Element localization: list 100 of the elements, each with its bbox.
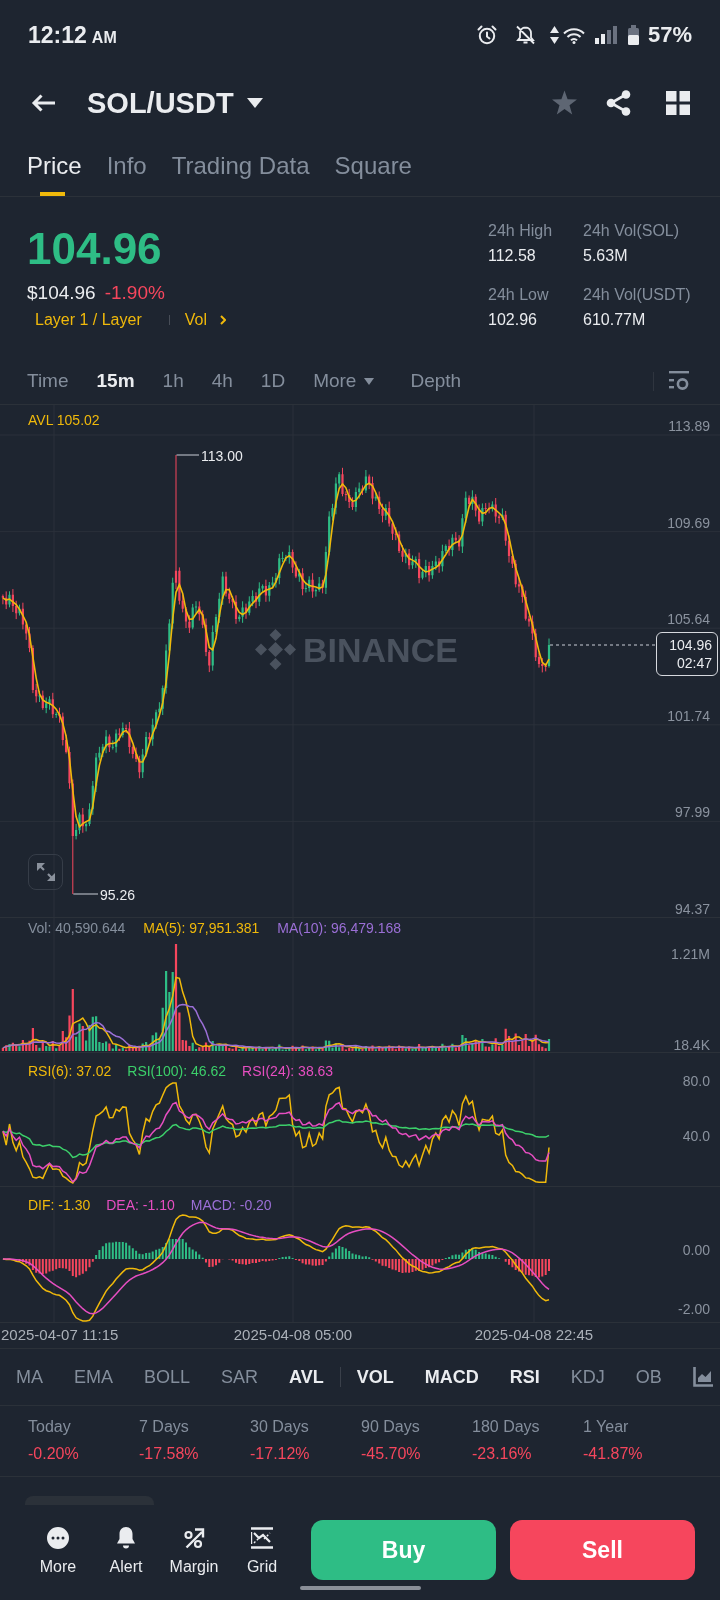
- chart-settings-icon[interactable]: [669, 371, 689, 391]
- period-change: -0.20%: [28, 1444, 80, 1464]
- price-axis-label: 109.69: [667, 514, 710, 531]
- caret-down-icon: [246, 97, 263, 108]
- page-tab[interactable]: Info: [106, 135, 147, 196]
- page-tab[interactable]: Square: [334, 135, 412, 196]
- period-label: 90 Days: [361, 1417, 421, 1437]
- bell-off-icon: [514, 25, 536, 45]
- page-tab[interactable]: Price: [27, 135, 82, 196]
- battery-percent: 57%: [647, 22, 692, 48]
- average-price-label: AVL 105.02: [28, 412, 100, 428]
- leader-line: [72, 893, 99, 895]
- star-icon[interactable]: [551, 89, 578, 116]
- interval-tab[interactable]: 15m: [96, 369, 135, 393]
- volume-link[interactable]: Vol: [184, 309, 226, 331]
- pair-selector[interactable]: SOL/USDT: [87, 85, 263, 120]
- legend-label: DEA: -1.10: [106, 1197, 175, 1213]
- volume-axis-label: 1.21M: [671, 946, 710, 962]
- legend-label: Vol: 40,590.644: [28, 920, 126, 936]
- period-change: -23.16%: [472, 1444, 533, 1464]
- stat-value: 102.96: [488, 310, 538, 330]
- price-change: -1.90%: [104, 281, 165, 305]
- price-axis-label: 105.64: [667, 611, 710, 628]
- area-chart-icon[interactable]: [692, 1367, 713, 1387]
- bell-icon: [115, 1527, 137, 1549]
- usd-price: $104.96: [27, 281, 96, 305]
- indicator-tab[interactable]: VOL: [356, 1366, 394, 1388]
- back-arrow-icon[interactable]: [30, 92, 56, 113]
- page-tab[interactable]: Trading Data: [171, 135, 310, 196]
- rsi-axis-label: 40.0: [682, 1128, 710, 1144]
- toolbar-action[interactable]: More: [27, 1505, 89, 1577]
- macd-axis-label: 0.00: [682, 1242, 710, 1258]
- interval-tab[interactable]: 4h: [211, 369, 233, 393]
- interval-tab[interactable]: Depth: [410, 369, 462, 393]
- period-label: 30 Days: [250, 1417, 310, 1437]
- indicator-tab[interactable]: AVL: [289, 1366, 324, 1388]
- legend-label: RSI(6): 37.02: [28, 1063, 112, 1079]
- period-label: 180 Days: [472, 1417, 541, 1437]
- rsi-axis-label: 80.0: [682, 1073, 710, 1089]
- toolbar-action[interactable]: Alert: [95, 1505, 157, 1577]
- stat-label: 24h Low: [488, 285, 550, 305]
- legend-label: MA(10): 96,479.168: [277, 920, 402, 936]
- share-icon[interactable]: [606, 89, 631, 116]
- period-change: -17.12%: [250, 1444, 311, 1464]
- price-axis-label: 94.37: [674, 901, 710, 917]
- diamond-logo-icon: [255, 629, 296, 670]
- last-price: 104.96: [669, 636, 712, 654]
- leader-line: [176, 454, 200, 456]
- price-axis-label: 101.74: [667, 707, 710, 724]
- last-price: 104.96: [27, 225, 163, 273]
- indicator-tab[interactable]: OB: [635, 1366, 662, 1388]
- candle-countdown: 02:47: [676, 654, 712, 672]
- period-change: -41.87%: [583, 1444, 644, 1464]
- toolbar-action[interactable]: Grid: [231, 1505, 293, 1577]
- legend-label: MA(5): 97,951.381: [143, 920, 260, 936]
- data-arrows-icon: [549, 25, 559, 45]
- high-price-label: 113.00: [201, 448, 243, 464]
- chevron-right-icon: [220, 315, 226, 325]
- indicator-tab[interactable]: RSI: [509, 1366, 540, 1388]
- period-change: -45.70%: [361, 1444, 422, 1464]
- price-axis-label: 113.89: [668, 418, 710, 434]
- toolbar-action[interactable]: Margin: [163, 1505, 225, 1577]
- category-link[interactable]: Layer 1 / Layer: [35, 309, 142, 331]
- period-label: Today: [28, 1417, 72, 1437]
- indicator-tab[interactable]: MA: [16, 1366, 43, 1388]
- expand-icon: [35, 862, 56, 882]
- expand-button[interactable]: [28, 854, 63, 890]
- stat-label: 24h High: [488, 221, 554, 241]
- indicator-tab[interactable]: BOLL: [144, 1366, 191, 1388]
- indicator-tab[interactable]: MACD: [424, 1366, 479, 1388]
- indicator-tab[interactable]: EMA: [74, 1366, 113, 1388]
- clock-time: 12:12: [28, 22, 87, 48]
- percent-arrow-icon: [183, 1527, 205, 1549]
- period-label: 1 Year: [583, 1417, 630, 1437]
- clock-meridiem: AM: [91, 29, 117, 47]
- legend-label: RSI(24): 38.63: [242, 1063, 334, 1079]
- grid-chart-icon: [251, 1527, 273, 1549]
- stat-label: 24h Vol(USDT): [583, 285, 692, 305]
- time-axis-label: 2025-04-08 05:00: [233, 1325, 353, 1343]
- interval-tab[interactable]: 1h: [162, 369, 184, 393]
- period-change: -17.58%: [139, 1444, 200, 1464]
- stat-label: 24h Vol(SOL): [583, 221, 681, 241]
- signal-icon: [594, 26, 617, 44]
- battery-icon: [626, 25, 640, 45]
- legend-label: RSI(100): 46.62: [127, 1063, 227, 1079]
- volume-axis-label: 18.4K: [673, 1037, 710, 1052]
- indicator-tab[interactable]: KDJ: [570, 1366, 605, 1388]
- grid-view-icon[interactable]: [666, 90, 690, 115]
- interval-tab[interactable]: More: [313, 369, 375, 393]
- buy-button[interactable]: Buy: [311, 1520, 496, 1580]
- interval-tab[interactable]: Time: [27, 369, 69, 393]
- alarm-clock-icon: [476, 25, 497, 45]
- wifi-icon: [562, 26, 585, 44]
- time-axis-label: 2025-04-08 22:45: [474, 1325, 594, 1343]
- period-label: 7 Days: [139, 1417, 190, 1437]
- interval-tab[interactable]: 1D: [260, 369, 286, 393]
- macd-axis-label: -2.00: [678, 1301, 710, 1317]
- legend-label: MACD: -0.20: [190, 1197, 272, 1213]
- sell-button[interactable]: Sell: [510, 1520, 695, 1580]
- indicator-tab[interactable]: SAR: [221, 1366, 259, 1388]
